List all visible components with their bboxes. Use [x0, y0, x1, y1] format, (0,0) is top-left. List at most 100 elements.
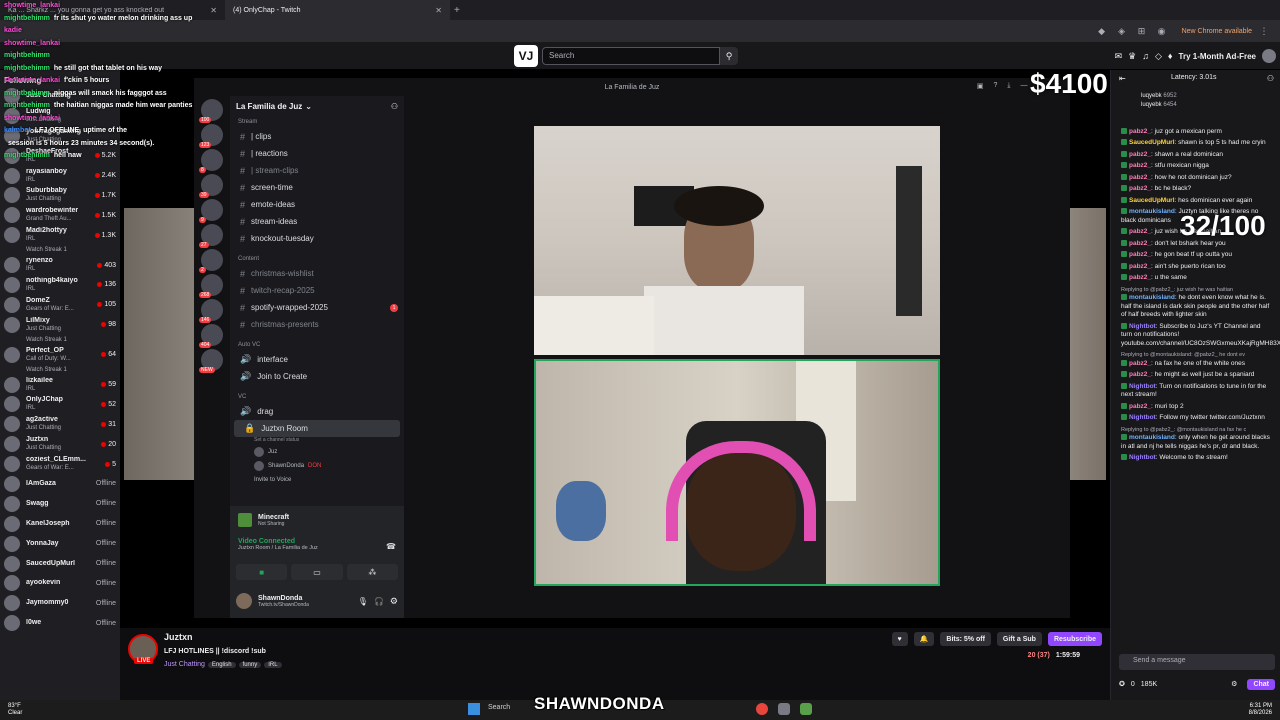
chat-username[interactable]: pabz2_ — [1129, 162, 1151, 169]
server-icon[interactable]: 123 — [199, 124, 223, 148]
chat-message[interactable]: pabz2_: he might as well just be a spani… — [1111, 370, 1280, 382]
gear-icon[interactable]: ⚙ — [1231, 680, 1237, 688]
category-stream[interactable]: Stream — [230, 116, 404, 128]
followed-channel[interactable]: YonnaJay Offline — [0, 534, 120, 554]
app-icon[interactable] — [800, 703, 812, 715]
chat-username[interactable]: Nightbot — [1129, 383, 1156, 390]
twitch-logo[interactable]: VJ — [514, 45, 538, 67]
bits-button[interactable]: Bits: 5% off — [940, 632, 991, 646]
followed-channel[interactable]: Juztxn Just Chatting 20 — [0, 434, 120, 454]
reply-context[interactable]: Replying to @montaukisland: @pabz2_ he d… — [1121, 351, 1273, 360]
bell-icon[interactable]: ♫ — [1142, 51, 1149, 61]
server-icon[interactable]: 9 — [199, 199, 223, 223]
weather-widget[interactable]: 83°F Clear — [0, 703, 22, 717]
reply-context[interactable]: Replying to @pabz2_: juz wish he was hai… — [1121, 286, 1273, 295]
channel-stream-ideas[interactable]: # stream-ideas — [230, 213, 404, 230]
chat-message[interactable]: Nightbot: Follow my twitter twitter.com/… — [1111, 413, 1280, 425]
ad-free-button[interactable]: Try 1-Month Ad-Free — [1179, 52, 1256, 61]
chat-username[interactable]: pabz2_ — [1129, 371, 1151, 378]
close-icon[interactable]: ✕ — [210, 6, 217, 15]
video-tile-shawndonda[interactable] — [534, 359, 940, 586]
chat-username[interactable]: SaucedUpMurl — [1129, 139, 1175, 146]
gear-icon[interactable]: ⚙ — [390, 596, 398, 607]
chat-message[interactable]: pabz2_: u the same — [1111, 273, 1280, 285]
chat-message[interactable]: Nightbot: Subscribe to Juz's YT Channel … — [1111, 321, 1280, 350]
followed-channel[interactable]: Jaymommy0 Offline — [0, 593, 120, 613]
chrome-icon[interactable] — [756, 703, 768, 715]
chat-message[interactable]: pabz2_: bc he black? — [1111, 184, 1280, 196]
channel-emote-ideas[interactable]: # emote-ideas — [230, 196, 404, 213]
server-icon[interactable]: NEW — [199, 349, 223, 373]
extension-icon[interactable]: ◆ — [1094, 23, 1110, 39]
chat-message[interactable]: SaucedUpMurl: hes dominican ever again — [1111, 195, 1280, 207]
download-icon[interactable]: ⤓ — [1007, 82, 1010, 90]
followed-channel[interactable]: l0we Offline — [0, 613, 120, 633]
help-icon[interactable]: ? — [993, 82, 997, 90]
chat-username[interactable]: pabz2_ — [1129, 263, 1151, 270]
category-auto-vc[interactable]: Auto VC — [230, 339, 404, 351]
chat-username[interactable]: pabz2_ — [1129, 228, 1151, 235]
extension-icon[interactable]: ◈ — [1114, 23, 1130, 39]
followed-channel[interactable]: Perfect_OP Call of Duty: W... 64 — [0, 345, 120, 365]
chat-username[interactable]: pabz2_ — [1129, 360, 1151, 367]
followed-channel[interactable]: DeshaeFrost IRL 5.2K — [0, 146, 120, 166]
new-chrome-badge[interactable]: New Chrome available — [1182, 28, 1252, 35]
chat-username[interactable]: pabz2_ — [1129, 251, 1151, 258]
add-user-icon[interactable]: ⚇ — [391, 102, 398, 111]
chat-message[interactable]: Replying to @pabz2_: @montaukisland na f… — [1111, 424, 1280, 453]
windows-start-icon[interactable] — [468, 703, 480, 715]
chat-username[interactable]: montaukisland — [1129, 434, 1175, 441]
channel-christmas-presents[interactable]: # christmas-presents — [230, 316, 404, 333]
chat-username[interactable]: pabz2_ — [1129, 403, 1151, 410]
system-tray-clock[interactable]: 6:31 PM 8/8/2026 — [1249, 703, 1272, 717]
followed-channel[interactable]: yourragegaming Just Chatting — [0, 126, 120, 146]
chat-message[interactable]: pabz2_: he gon beat tf up outta you — [1111, 250, 1280, 262]
chat-message[interactable]: pabz2_: how he not dominican juz? — [1111, 172, 1280, 184]
followed-channel[interactable]: Suburbbaby Just Chatting 1.7K — [0, 185, 120, 205]
search-input[interactable]: Search — [542, 47, 720, 65]
followed-channel[interactable]: Swagg Offline — [0, 494, 120, 514]
chat-username[interactable]: pabz2_ — [1129, 174, 1151, 181]
channel-clips[interactable]: # | clips — [230, 128, 404, 145]
server-icon[interactable]: 100 — [199, 99, 223, 123]
followed-channel[interactable]: IAmGaza Offline — [0, 474, 120, 494]
gift-sub-button[interactable]: Gift a Sub — [996, 632, 1042, 646]
followed-channel[interactable]: nothingb4kaiyo IRL 136 — [0, 275, 120, 295]
screenshare-button[interactable]: ▭ — [291, 564, 343, 580]
streamer-name[interactable]: Juztxn — [164, 632, 193, 642]
inbox-icon[interactable]: ▣ — [977, 82, 984, 90]
stream-tag[interactable]: IRL — [264, 662, 282, 668]
voice-user[interactable]: Juz — [230, 445, 404, 459]
channel-reactions[interactable]: # | reactions — [230, 145, 404, 162]
collapse-chat-icon[interactable]: ⇤ — [1119, 74, 1126, 83]
notifications-icon[interactable]: ✉ — [1115, 51, 1123, 62]
followed-channel[interactable]: lizkailee IRL 59 — [0, 375, 120, 395]
server-icon[interactable]: 268 — [199, 274, 223, 298]
app-icon[interactable] — [778, 703, 790, 715]
menu-icon[interactable]: ⋮ — [1256, 23, 1272, 39]
video-tile-juz[interactable] — [534, 126, 940, 355]
users-icon[interactable]: ⚇ — [1267, 74, 1274, 83]
chat-username[interactable]: Nightbot — [1129, 323, 1156, 330]
stream-tag[interactable]: funny — [238, 662, 262, 668]
notification-bell-icon[interactable]: 🔔 — [913, 632, 935, 646]
close-icon[interactable]: ✕ — [435, 6, 442, 15]
followed-channel[interactable]: Madi2hottyy IRL 1.3K — [0, 225, 120, 245]
channel-christmas-wishlist[interactable]: # christmas-wishlist — [230, 265, 404, 282]
followed-channel[interactable]: Just Chatting — [0, 86, 120, 106]
server-icon[interactable]: 2 — [199, 249, 223, 273]
chat-username[interactable]: pabz2_ — [1129, 128, 1151, 135]
headset-icon[interactable]: 🎧 — [374, 597, 384, 606]
taskbar-search[interactable]: Search — [488, 704, 528, 716]
chat-message[interactable]: pabz2_: ain't she puerto rican too — [1111, 261, 1280, 273]
browser-tab-2[interactable]: (4) OnlyChap - Twitch ✕ — [225, 0, 450, 20]
voice-connection-status[interactable]: Video Connected Juztxn Room / La Familia… — [238, 538, 318, 551]
voice-user[interactable]: ShawnDonda DON — [230, 459, 404, 473]
channel-screen-time[interactable]: # screen-time — [230, 179, 404, 196]
microphone-icon[interactable]: 🎙 — [358, 597, 368, 606]
bits-icon[interactable]: ◇ — [1155, 51, 1162, 62]
category-vc[interactable]: VC — [230, 391, 404, 403]
chat-input[interactable]: Send a message — [1119, 654, 1275, 670]
server-icon[interactable]: 146 — [199, 299, 223, 323]
chat-username[interactable]: pabz2_ — [1129, 185, 1151, 192]
